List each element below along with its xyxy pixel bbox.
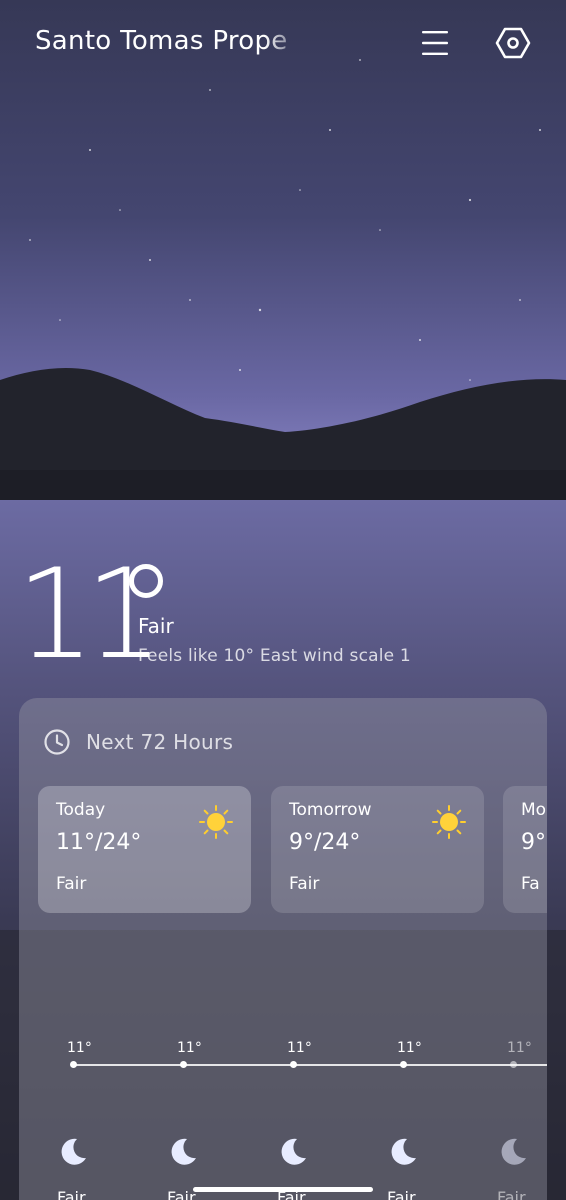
day-name: Mo [521,800,547,820]
hourly-forecast[interactable]: 11° Fair 11° Fair 11° Fair 11° Fair 11° … [19,1028,547,1200]
hour-temp: 11° [67,1040,92,1056]
hour-condition: Fair [497,1188,526,1200]
hour-temp: 11° [287,1040,312,1056]
moon-icon [281,1138,306,1165]
day-condition: Fair [56,874,87,894]
location-name[interactable]: Santo Tomas Prope [35,26,305,56]
day-temp-range: 11°/24° [56,830,142,855]
day-card-tomorrow[interactable]: Tomorrow 9°/24° Fair [271,786,484,913]
feels-like-text: Feels like 10° East wind scale 1 [138,646,411,666]
clock-icon [44,729,70,755]
forecast-title: Next 72 Hours [86,730,234,754]
hour-dot [400,1061,407,1068]
moon-icon [61,1138,86,1165]
hour-condition: Fair [167,1188,196,1200]
hour-dot [510,1061,517,1068]
moon-icon [501,1138,526,1165]
temperature-trend-line [74,1064,547,1066]
day-name: Tomorrow [289,800,372,820]
current-conditions: 11 Fair Feels like 10° East wind scale 1 [16,540,556,690]
day-card-today[interactable]: Today 11°/24° Fair [38,786,251,913]
forecast-header: Next 72 Hours [43,726,233,758]
hour-temp: 11° [507,1040,532,1056]
hour-temp: 11° [177,1040,202,1056]
hour-dot [70,1061,77,1068]
sun-icon [432,805,466,839]
day-condition: Fa [521,874,540,894]
current-temperature: 11 [16,543,164,687]
day-name: Today [56,800,106,820]
day-temp-range: 9° [521,830,546,855]
moon-icon [391,1138,416,1165]
hour-dot [290,1061,297,1068]
day-condition: Fair [289,874,320,894]
hour-condition: Fair [57,1188,86,1200]
day-card-partial[interactable]: Mo 9° Fa [503,786,547,913]
current-condition: Fair [138,614,174,638]
sun-icon [199,805,233,839]
menu-icon[interactable] [418,26,452,60]
day-temp-range: 9°/24° [289,830,361,855]
degree-symbol [129,564,163,598]
hour-condition: Fair [387,1188,416,1200]
daily-cards: Today 11°/24° Fair Tomorrow 9°/24° Fair [38,786,547,914]
hour-dot [180,1061,187,1068]
moon-icon [171,1138,196,1165]
home-indicator[interactable] [193,1187,373,1192]
hour-temp: 11° [397,1040,422,1056]
top-bar: Santo Tomas Prope [0,0,566,90]
settings-hexagon-icon[interactable] [494,24,532,62]
forecast-panel: Next 72 Hours Today 11°/24° Fair Tomorro… [19,698,547,1200]
